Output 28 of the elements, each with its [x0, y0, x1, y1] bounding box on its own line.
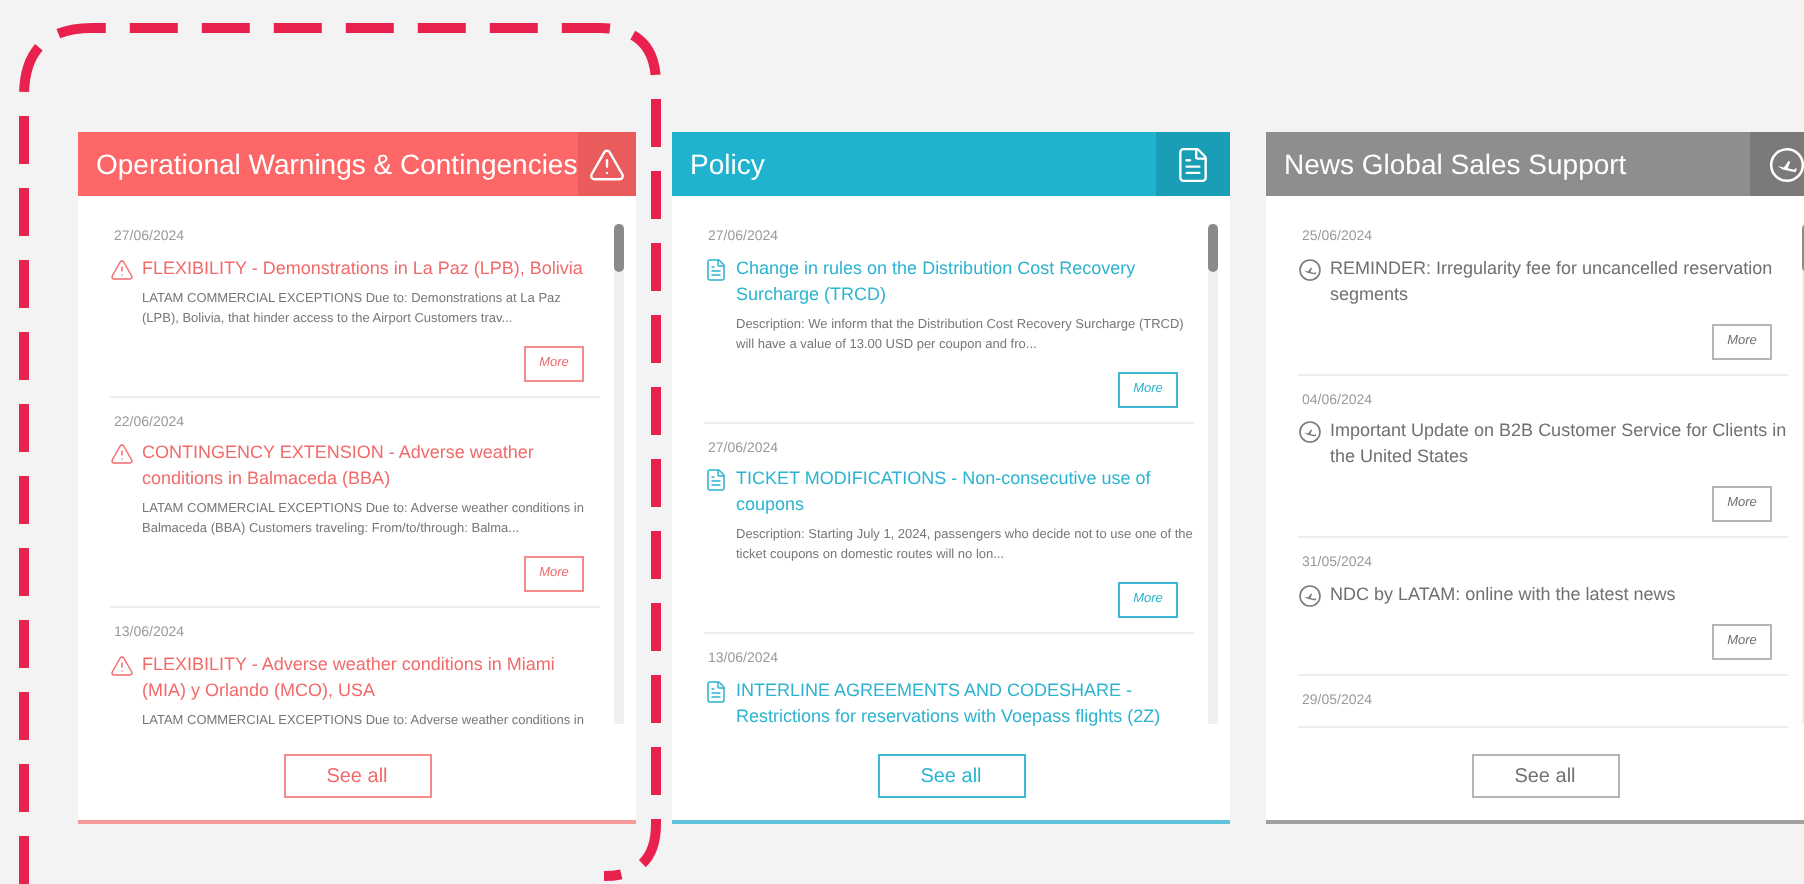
card-title: News Global Sales Support: [1282, 145, 1629, 184]
item-document-icon: [704, 468, 728, 492]
item-title[interactable]: CONTINGENCY EXTENSION - Adverse weather conditions in Balmaceda (BBA): [142, 440, 600, 492]
item-plane-circle-icon: [1298, 583, 1322, 607]
document-icon: [1174, 145, 1212, 183]
item-warning-icon: [110, 653, 134, 677]
card-title: Policy: [688, 145, 767, 184]
item-warning-icon: [110, 257, 134, 281]
item-title[interactable]: Important Update on B2B Customer Service for Clients in the United States: [1330, 418, 1788, 470]
item-title[interactable]: TICKET MODIFICATIONS - Non-consecutive use of coupons: [736, 466, 1194, 518]
item-title[interactable]: FLEXIBILITY - Demonstrations in La Paz (LPB), Bolivia: [142, 255, 583, 281]
warning-icon: [587, 145, 626, 183]
card-title: Operational Warnings & Contingencies: [94, 145, 578, 184]
item-plane-circle-icon: [1298, 420, 1322, 444]
item-document-icon: [704, 257, 728, 281]
item-title[interactable]: NDC by LATAM: online with the latest news: [1330, 581, 1676, 607]
item-plane-circle-icon: [1298, 257, 1322, 281]
see-all-button[interactable]: See all: [877, 754, 1025, 798]
item-title[interactable]: Change in rules on the Distribution Cost Recovery Surcharge (TRCD): [736, 255, 1194, 307]
see-all-button[interactable]: See all: [283, 754, 431, 798]
scrollbar-thumb[interactable]: [614, 224, 624, 272]
item-title[interactable]: INTERLINE AGREEMENTS AND CODESHARE - Restrictions for reservations with Voepass flights (2Z): [736, 677, 1194, 729]
item-title[interactable]: FLEXIBILITY - Adverse weather conditions in Miami (MIA) y Orlando (MCO), USA: [142, 651, 600, 703]
scrollbar-thumb[interactable]: [1208, 224, 1218, 272]
see-all-button[interactable]: See all: [1471, 754, 1619, 798]
item-warning-icon: [110, 442, 134, 466]
item-document-icon: [704, 679, 728, 703]
item-title[interactable]: REMINDER: Irregularity fee for uncancelled reservation segments: [1330, 255, 1788, 307]
